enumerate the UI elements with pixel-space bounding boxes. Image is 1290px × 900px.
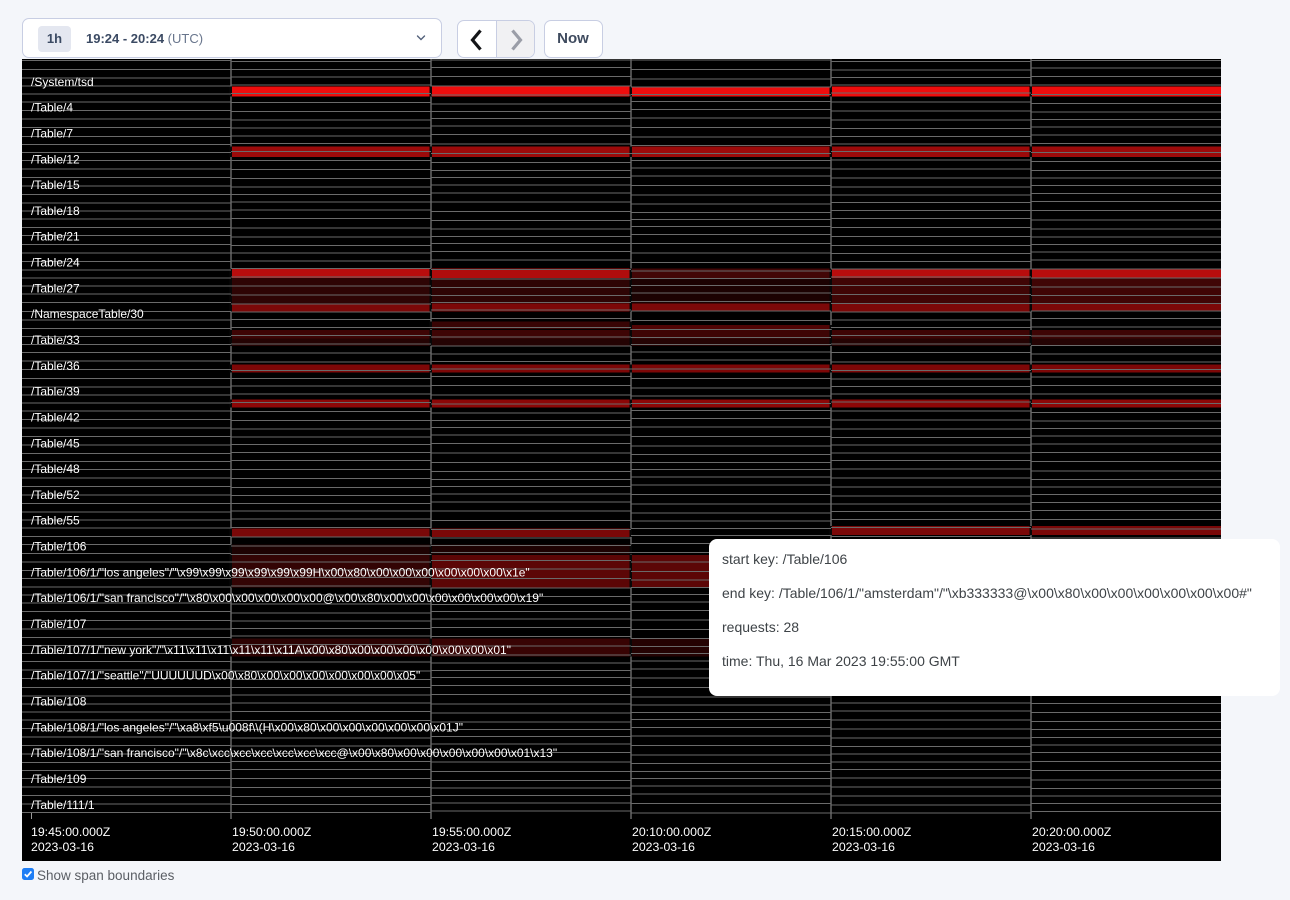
svg-text:2023-03-16: 2023-03-16 — [432, 840, 495, 854]
svg-text:/Table/109: /Table/109 — [31, 772, 87, 786]
svg-text:2023-03-16: 2023-03-16 — [632, 840, 695, 854]
svg-text:/Table/12: /Table/12 — [31, 152, 80, 166]
svg-text:/Table/108: /Table/108 — [31, 695, 87, 709]
svg-text:/Table/55: /Table/55 — [31, 514, 80, 528]
svg-text:2023-03-16: 2023-03-16 — [832, 840, 895, 854]
svg-text:20:10:00.000Z: 20:10:00.000Z — [632, 825, 712, 839]
svg-text:/Table/111/1: /Table/111/1 — [31, 798, 95, 812]
svg-text:/Table/108/1/"los angeles"/"\x: /Table/108/1/"los angeles"/"\xa8\xf5\u00… — [31, 720, 463, 734]
svg-text:20:20:00.000Z: 20:20:00.000Z — [1032, 825, 1112, 839]
svg-text:/Table/106: /Table/106 — [31, 540, 87, 554]
svg-text:/Table/107: /Table/107 — [31, 617, 87, 631]
svg-text:/Table/36: /Table/36 — [31, 359, 80, 373]
svg-text:/Table/107/1/"new york"/"\x11\: /Table/107/1/"new york"/"\x11\x11\x11\x1… — [31, 643, 511, 657]
svg-text:/Table/45: /Table/45 — [31, 436, 80, 450]
svg-text:19:50:00.000Z: 19:50:00.000Z — [232, 825, 312, 839]
svg-text:/Table/108/1/"san francisco"/": /Table/108/1/"san francisco"/"\x8c\xcc\x… — [31, 746, 557, 760]
svg-text:/Table/52: /Table/52 — [31, 488, 80, 502]
svg-text:2023-03-16: 2023-03-16 — [31, 840, 94, 854]
svg-text:/Table/18: /Table/18 — [31, 204, 80, 218]
svg-text:2023-03-16: 2023-03-16 — [232, 840, 295, 854]
svg-text:/Table/42: /Table/42 — [31, 411, 80, 425]
svg-text:/Table/107/1/"seattle"/"UUUUUU: /Table/107/1/"seattle"/"UUUUUUD\x00\x80\… — [31, 669, 420, 683]
svg-text:/Table/33: /Table/33 — [31, 333, 80, 347]
svg-text:/Table/24: /Table/24 — [31, 256, 80, 270]
svg-text:/Table/48: /Table/48 — [31, 462, 80, 476]
svg-text:/Table/21: /Table/21 — [31, 230, 80, 244]
svg-text:20:15:00.000Z: 20:15:00.000Z — [832, 825, 912, 839]
svg-text:/Table/39: /Table/39 — [31, 385, 80, 399]
svg-text:19:45:00.000Z: 19:45:00.000Z — [31, 825, 111, 839]
svg-text:/Table/15: /Table/15 — [31, 178, 80, 192]
svg-text:19:55:00.000Z: 19:55:00.000Z — [432, 825, 512, 839]
svg-text:/NamespaceTable/30: /NamespaceTable/30 — [31, 307, 144, 321]
svg-text:/Table/106/1/"san francisco"/": /Table/106/1/"san francisco"/"\x80\x00\x… — [31, 591, 543, 605]
svg-text:/Table/4: /Table/4 — [31, 101, 73, 115]
svg-text:/Table/27: /Table/27 — [31, 281, 80, 295]
svg-text:2023-03-16: 2023-03-16 — [1032, 840, 1095, 854]
svg-text:/System/tsd: /System/tsd — [31, 75, 94, 89]
svg-text:/Table/106/1/"los angeles"/"\x: /Table/106/1/"los angeles"/"\x99\x99\x99… — [31, 565, 530, 579]
svg-text:/Table/7: /Table/7 — [31, 126, 73, 140]
